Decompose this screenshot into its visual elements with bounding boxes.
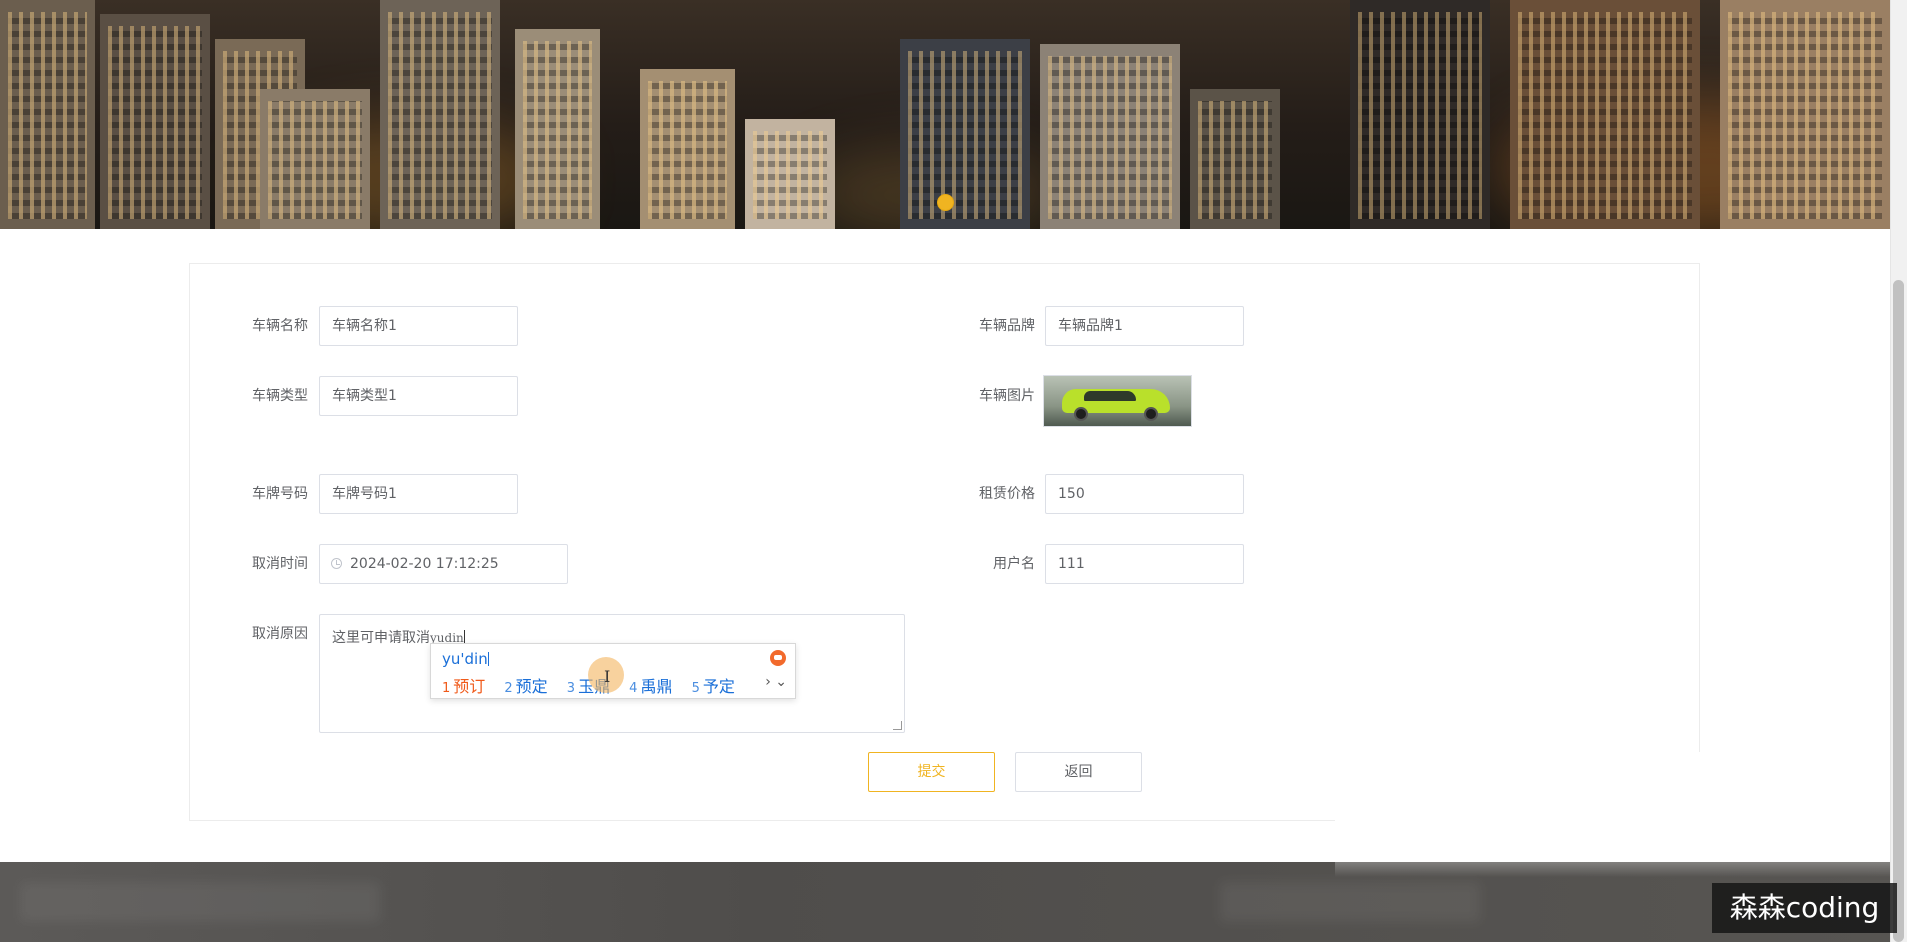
plate-number-label: 车牌号码 <box>252 486 308 502</box>
ime-candidate[interactable]: 5 予定 <box>692 673 735 697</box>
ibeam-cursor-icon: I <box>604 667 611 686</box>
rental-price-input[interactable]: 150 <box>1045 474 1244 514</box>
username-label: 用户名 <box>993 556 1035 572</box>
vehicle-brand-label: 车辆品牌 <box>979 318 1035 334</box>
rental-price-label: 租赁价格 <box>979 486 1035 502</box>
vehicle-name-label: 车辆名称 <box>252 318 308 334</box>
cancel-time-value: 2024-02-20 17:12:25 <box>350 556 499 572</box>
clock-icon <box>331 558 342 569</box>
vehicle-image-thumbnail[interactable] <box>1043 375 1192 427</box>
cancel-time-picker[interactable]: 2024-02-20 17:12:25 <box>319 544 568 584</box>
ime-candidate[interactable]: 1 预订 <box>442 673 485 697</box>
cancel-reason-label: 取消原因 <box>252 626 308 642</box>
cancel-time-label: 取消时间 <box>252 556 308 572</box>
ime-more-icon[interactable]: › ⌄ <box>765 674 787 690</box>
cancel-reason-text: 这里可申请取消 <box>332 630 430 646</box>
carousel-indicator[interactable] <box>937 194 954 211</box>
vehicle-image-label: 车辆图片 <box>979 388 1035 404</box>
resize-handle[interactable] <box>893 721 902 730</box>
username-input[interactable]: 111 <box>1045 544 1244 584</box>
vehicle-name-input[interactable]: 车辆名称1 <box>319 306 518 346</box>
vehicle-type-input[interactable]: 车辆类型1 <box>319 376 518 416</box>
back-button[interactable]: 返回 <box>1015 752 1142 792</box>
hero-banner <box>0 0 1890 229</box>
plate-number-input[interactable]: 车牌号码1 <box>319 474 518 514</box>
scrollbar-thumb[interactable] <box>1893 280 1904 942</box>
vehicle-brand-input[interactable]: 车辆品牌1 <box>1045 306 1244 346</box>
watermark: 森森coding <box>1712 883 1897 933</box>
ime-composition: yu'din <box>442 650 489 668</box>
submit-button[interactable]: 提交 <box>868 752 995 792</box>
form-card <box>189 263 1700 821</box>
ime-candidate[interactable]: 4 禹鼎 <box>629 673 672 697</box>
vehicle-type-label: 车辆类型 <box>252 388 308 404</box>
page: 车辆名称 车辆名称1 车辆品牌 车辆品牌1 车辆类型 车辆类型1 车辆图片 车牌… <box>0 0 1907 942</box>
text-caret <box>463 630 465 644</box>
ime-logo-icon[interactable] <box>770 650 786 666</box>
overlay-patch <box>1335 752 1890 877</box>
ime-candidate[interactable]: 2 预定 <box>504 673 547 697</box>
